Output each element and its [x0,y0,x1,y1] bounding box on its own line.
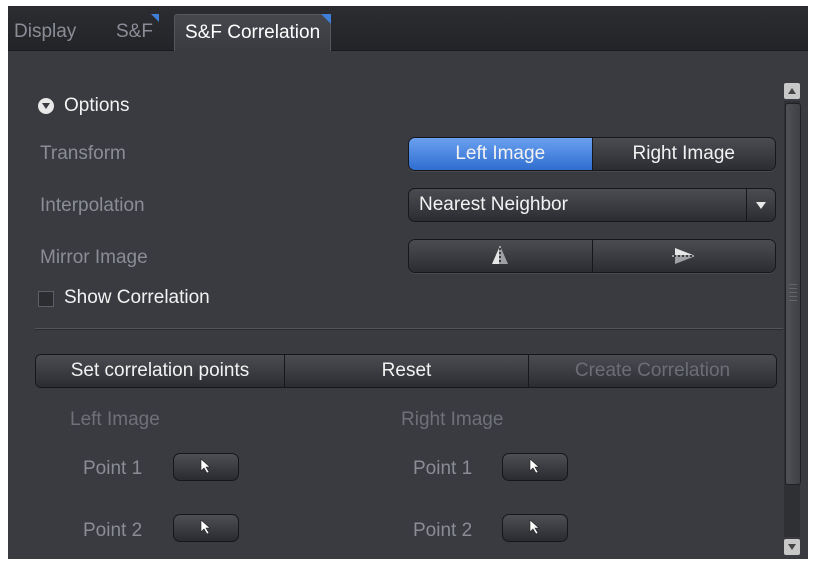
right-point-1-pick-button[interactable] [502,453,568,481]
scroll-up-arrow-icon[interactable] [784,83,800,99]
show-correlation-label[interactable]: Show Correlation [64,287,210,309]
tab-sf-correlation[interactable]: S&F Correlation [174,14,332,51]
transform-segmented-control: Left Image Right Image [408,137,776,171]
tab-sf[interactable]: S&F [110,14,159,50]
scroll-down-arrow-icon[interactable] [784,539,800,555]
dropdown-button[interactable] [746,189,775,221]
create-correlation-button[interactable]: Create Correlation [528,355,776,387]
set-correlation-points-button[interactable]: Set correlation points [36,355,284,387]
mirror-vertical-button[interactable] [409,240,592,272]
scroll-thumb[interactable] [785,103,801,485]
tab-display[interactable]: Display [8,14,82,50]
reset-button[interactable]: Reset [284,355,528,387]
mirror-vertical-icon [492,245,509,266]
transform-label: Transform [40,143,126,164]
tab-bar: Display S&F S&F Correlation [8,6,808,51]
right-point-2-pick-button[interactable] [502,514,568,542]
interpolation-select[interactable]: Nearest Neighbor [408,188,776,222]
cursor-arrow-icon [529,458,540,474]
left-point-2-label: Point 2 [83,520,143,541]
tab-content: Options Transform Left Image Right Image… [8,51,808,559]
left-point-1-label: Point 1 [83,458,143,479]
right-point-2-label: Point 2 [413,520,473,541]
interpolation-value: Nearest Neighbor [419,194,568,215]
cursor-arrow-icon [200,458,211,474]
left-image-heading: Left Image [70,409,160,430]
grip-icon [789,284,797,302]
collapse-arrow-icon [38,98,54,114]
options-label: Options [64,95,130,116]
correlation-action-bar: Set correlation points Reset Create Corr… [35,354,777,388]
mirror-image-label: Mirror Image [40,247,148,268]
section-divider [35,328,783,330]
transform-right-image-button[interactable]: Right Image [591,138,775,170]
left-point-1-pick-button[interactable] [173,453,239,481]
cursor-arrow-icon [200,519,211,535]
mirror-segmented-control [408,239,776,273]
right-image-heading: Right Image [401,409,504,430]
sf-correlation-panel: Display S&F S&F Correlation Options Tran… [8,6,808,559]
chevron-down-icon [756,202,766,209]
interpolation-label: Interpolation [40,195,145,216]
mirror-horizontal-icon [671,247,696,264]
left-point-2-pick-button[interactable] [173,514,239,542]
options-toggle[interactable]: Options [38,93,129,119]
show-correlation-checkbox[interactable] [38,291,54,307]
right-point-1-label: Point 1 [413,458,473,479]
mirror-horizontal-button[interactable] [591,240,775,272]
transform-left-image-button[interactable]: Left Image [409,138,592,170]
vertical-scrollbar[interactable] [782,83,802,555]
cursor-arrow-icon [529,519,540,535]
